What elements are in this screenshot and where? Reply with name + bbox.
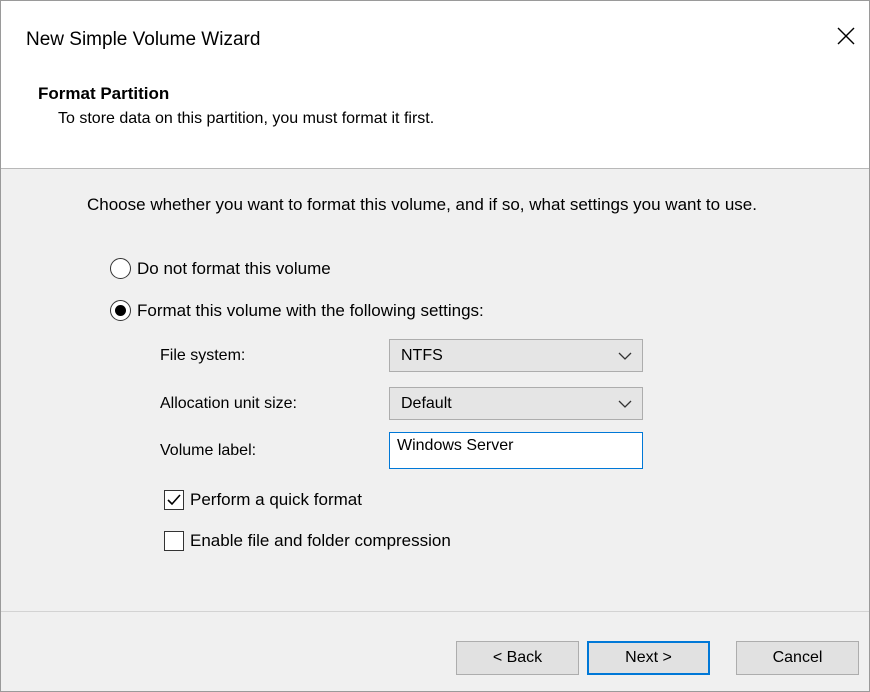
- quick-format-label: Perform a quick format: [190, 490, 362, 509]
- file-system-label: File system:: [160, 347, 246, 364]
- compression-label: Enable file and folder compression: [190, 531, 451, 550]
- quick-format-checkbox[interactable]: [164, 490, 184, 510]
- radio-do-not-format[interactable]: Do not format this volume: [110, 258, 331, 279]
- back-button[interactable]: < Back: [456, 641, 579, 675]
- radio-button-selected[interactable]: [110, 300, 131, 321]
- allocation-unit-label: Allocation unit size:: [160, 395, 297, 412]
- cancel-button[interactable]: Cancel: [736, 641, 859, 675]
- compression-option[interactable]: Enable file and folder compression: [164, 531, 451, 551]
- page-subtitle: To store data on this partition, you mus…: [58, 110, 435, 127]
- allocation-unit-dropdown[interactable]: Default: [389, 387, 643, 420]
- wizard-footer: < Back Next > Cancel: [1, 611, 869, 691]
- close-button[interactable]: [831, 21, 861, 51]
- next-button[interactable]: Next >: [587, 641, 710, 675]
- volume-label-input[interactable]: Windows Server: [389, 432, 643, 469]
- instruction-text: Choose whether you want to format this v…: [87, 195, 757, 214]
- compression-checkbox[interactable]: [164, 531, 184, 551]
- title-bar: New Simple Volume Wizard: [1, 1, 869, 71]
- close-icon: [837, 27, 855, 45]
- chevron-down-icon: [618, 400, 632, 408]
- page-title: Format Partition: [38, 84, 170, 103]
- radio-button-unselected[interactable]: [110, 258, 131, 279]
- allocation-unit-value: Default: [401, 395, 452, 412]
- window-title: New Simple Volume Wizard: [26, 29, 261, 50]
- radio-format-volume[interactable]: Format this volume with the following se…: [110, 300, 484, 321]
- file-system-dropdown[interactable]: NTFS: [389, 339, 643, 372]
- radio-label-do-not-format: Do not format this volume: [137, 258, 331, 278]
- checkmark-icon: [167, 494, 181, 506]
- wizard-content: Choose whether you want to format this v…: [1, 170, 869, 611]
- wizard-window: New Simple Volume Wizard Format Partitio…: [0, 0, 870, 692]
- radio-label-format-volume: Format this volume with the following se…: [137, 300, 484, 320]
- file-system-value: NTFS: [401, 347, 443, 364]
- volume-label-label: Volume label:: [160, 442, 257, 459]
- chevron-down-icon: [618, 352, 632, 360]
- wizard-header: Format Partition To store data on this p…: [1, 71, 869, 169]
- quick-format-option[interactable]: Perform a quick format: [164, 490, 362, 510]
